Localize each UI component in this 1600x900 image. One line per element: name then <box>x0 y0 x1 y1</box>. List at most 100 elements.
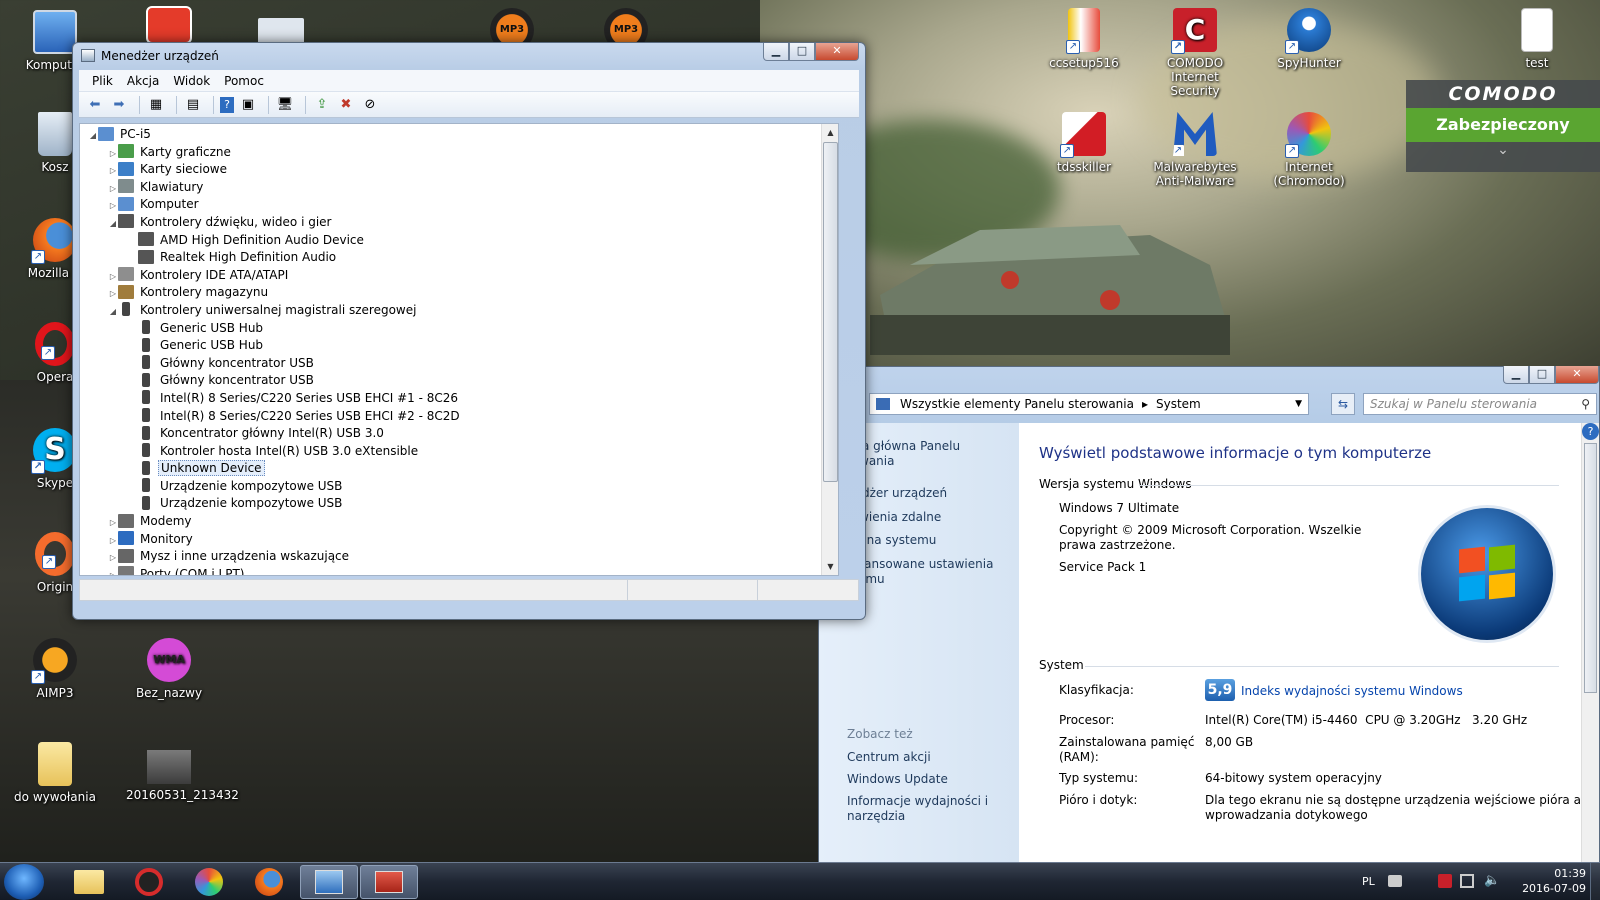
view-icon[interactable]: ▣ <box>238 96 258 114</box>
taskbar-device-manager[interactable] <box>360 865 418 899</box>
expand-toggle-icon[interactable]: ▷ <box>108 567 118 575</box>
expand-toggle-icon[interactable]: ▷ <box>108 285 118 303</box>
close-button[interactable]: ✕ <box>815 43 859 61</box>
tree-item[interactable]: Unknown Device <box>80 460 838 478</box>
power-app-icon[interactable] <box>146 6 192 44</box>
network-icon[interactable] <box>1460 874 1474 888</box>
menu-file[interactable]: Plik <box>85 74 120 88</box>
breadcrumb-control-panel[interactable]: Wszystkie elementy Panelu sterowania <box>900 397 1134 411</box>
refresh-button[interactable]: ⇆ <box>1331 393 1355 415</box>
tree-item[interactable]: ▷ Monitory <box>80 531 838 549</box>
tree-item[interactable]: Intel(R) 8 Series/C220 Series USB EHCI #… <box>80 408 838 426</box>
language-indicator[interactable]: PL <box>1362 875 1375 888</box>
uninstall-icon[interactable]: ✖ <box>336 96 356 114</box>
tree-item[interactable]: Główny koncentrator USB <box>80 372 838 390</box>
tree-item[interactable]: ◢ Kontrolery dźwięku, wideo i gier <box>80 214 838 232</box>
desktop-icon-folder[interactable]: do wywołania <box>12 742 98 804</box>
tree-item[interactable]: ▷ Karty sieciowe <box>80 161 838 179</box>
show-desktop-button[interactable] <box>1590 863 1600 900</box>
tree-item[interactable]: ▷ Kontrolery IDE ATA/ATAPI <box>80 267 838 285</box>
volume-icon[interactable]: 🔈 <box>1484 873 1500 888</box>
desktop-icon-tdsskiller[interactable]: ↗ tdsskiller <box>1041 112 1127 174</box>
expand-toggle-icon[interactable]: ▷ <box>108 549 118 567</box>
tree-scrollbar[interactable]: ▲ ▼ <box>821 124 838 575</box>
title-bar[interactable]: Menedżer urządzeń ▁ □ ✕ <box>73 43 865 69</box>
link-windows-update[interactable]: Windows Update <box>847 772 948 787</box>
comodo-status-widget[interactable]: COMODO Zabezpieczony ⌄ <box>1406 80 1600 172</box>
taskbar-chromodo[interactable] <box>180 865 238 899</box>
link-wei[interactable]: Indeks wydajności systemu Windows <box>1241 684 1463 699</box>
tree-item[interactable]: ▷ Mysz i inne urządzenia wskazujące <box>80 548 838 566</box>
tree-item[interactable]: ▷ Klawiatury <box>80 179 838 197</box>
maximize-button[interactable]: □ <box>789 43 815 61</box>
close-button[interactable]: ✕ <box>1555 366 1599 384</box>
tree-item[interactable]: Główny koncentrator USB <box>80 355 838 373</box>
search-input[interactable]: Szukaj w Panelu sterowania ⚲ <box>1363 393 1597 415</box>
desktop-icon-aimp[interactable]: ↗ AIMP3 <box>12 638 98 700</box>
keyboard-icon[interactable] <box>1388 875 1402 887</box>
clock[interactable]: 01:39 2016-07-09 <box>1522 866 1586 896</box>
scroll-up-arrow-icon[interactable]: ▲ <box>822 124 838 141</box>
menu-help[interactable]: Pomoc <box>217 74 271 88</box>
tree-item[interactable]: ▷ Karty graficzne <box>80 144 838 162</box>
properties-icon[interactable]: ▤ <box>183 96 203 114</box>
taskbar-explorer[interactable] <box>60 865 118 899</box>
device-manager-window[interactable]: Menedżer urządzeń ▁ □ ✕ Plik Akcja Widok… <box>72 42 866 620</box>
breadcrumb-system[interactable]: System <box>1156 397 1201 411</box>
comodo-tray-icon[interactable] <box>1438 874 1452 888</box>
expand-toggle-icon[interactable]: ◢ <box>108 215 118 233</box>
desktop-icon-chromodo[interactable]: ↗ Internet (Chromodo) <box>1266 112 1352 188</box>
forward-arrow-icon[interactable]: ➡ <box>109 96 129 114</box>
tree-item[interactable]: Generic USB Hub <box>80 320 838 338</box>
tree-item[interactable]: ▷ Modemy <box>80 513 838 531</box>
desktop-icon-ccsetup[interactable]: ↗ ccsetup516 <box>1041 8 1127 70</box>
scrollbar-thumb[interactable] <box>1584 443 1597 693</box>
minimize-button[interactable]: ▁ <box>1503 366 1529 384</box>
menu-action[interactable]: Akcja <box>120 74 166 88</box>
minimize-button[interactable]: ▁ <box>763 43 789 61</box>
tree-item[interactable]: Urządzenie kompozytowe USB <box>80 495 838 513</box>
desktop-icon-spyhunter[interactable]: ↗ SpyHunter <box>1266 8 1352 70</box>
scroll-down-arrow-icon[interactable]: ▼ <box>822 558 838 575</box>
dropdown-arrow-icon[interactable]: ▼ <box>1295 399 1302 409</box>
system-scrollbar[interactable]: ? <box>1581 423 1599 867</box>
tree-item[interactable]: ▷ Porty (COM i LPT) <box>80 566 838 575</box>
help-icon[interactable]: ? <box>1582 423 1599 440</box>
desktop-icon-wma[interactable]: WMA Bez_nazwy <box>126 638 212 700</box>
tree-item[interactable]: Urządzenie kompozytowe USB <box>80 478 838 496</box>
tree-item[interactable]: ▷ Kontrolery magazynu <box>80 284 838 302</box>
expand-toggle-icon[interactable]: ▷ <box>108 532 118 550</box>
taskbar-control-panel[interactable] <box>300 865 358 899</box>
link-advanced-settings[interactable]: awansowane ustawienia stemu <box>847 557 993 587</box>
update-driver-icon[interactable]: ⇪ <box>312 96 332 114</box>
chevron-down-icon[interactable]: ⌄ <box>1406 142 1600 158</box>
tree-item[interactable]: ◢ Kontrolery uniwersalnej magistrali szer… <box>80 302 838 320</box>
device-tree[interactable]: ◢ PC-i5 ▷ Karty graficzne ▷ Karty sieciowe ▷ Kl… <box>79 123 839 576</box>
link-action-center[interactable]: Centrum akcji <box>847 750 931 765</box>
desktop-icon-test[interactable]: test <box>1494 8 1580 70</box>
tree-item[interactable]: Intel(R) 8 Series/C220 Series USB EHCI #… <box>80 390 838 408</box>
expand-toggle-icon[interactable]: ▷ <box>108 268 118 286</box>
scan-hardware-icon[interactable]: 🖥 <box>275 96 295 114</box>
desktop-icon-malwarebytes[interactable]: ↗ Malwarebytes Anti-Malware <box>1152 112 1238 188</box>
start-button[interactable] <box>4 864 44 900</box>
document-icon[interactable] <box>258 18 304 44</box>
tree-item[interactable]: Kontroler hosta Intel(R) USB 3.0 eXtensi… <box>80 443 838 461</box>
taskbar-firefox[interactable] <box>240 865 298 899</box>
menu-view[interactable]: Widok <box>166 74 217 88</box>
address-bar[interactable]: Wszystkie elementy Panelu sterowania ▸ S… <box>869 393 1309 415</box>
back-arrow-icon[interactable]: ⬅ <box>85 96 105 114</box>
system-window[interactable]: ▁ □ ✕ Wszystkie elementy Panelu sterowan… <box>818 366 1600 867</box>
maximize-button[interactable]: □ <box>1529 366 1555 384</box>
scrollbar-thumb[interactable] <box>823 142 838 482</box>
disable-icon[interactable]: ⊘ <box>360 96 380 114</box>
tree-item[interactable]: Generic USB Hub <box>80 337 838 355</box>
expand-toggle-icon[interactable]: ◢ <box>88 127 98 145</box>
tree-item[interactable]: AMD High Definition Audio Device <box>80 232 838 250</box>
desktop-icon-comodo[interactable]: C ↗ COMODO Internet Security <box>1152 8 1238 98</box>
help-icon[interactable]: ? <box>220 96 234 113</box>
taskbar-media-player[interactable] <box>120 865 178 899</box>
link-performance-info[interactable]: Informacje wydajności i narzędzia <box>847 794 988 824</box>
expand-toggle-icon[interactable]: ▷ <box>108 162 118 180</box>
tree-item[interactable]: ▷ Komputer <box>80 196 838 214</box>
